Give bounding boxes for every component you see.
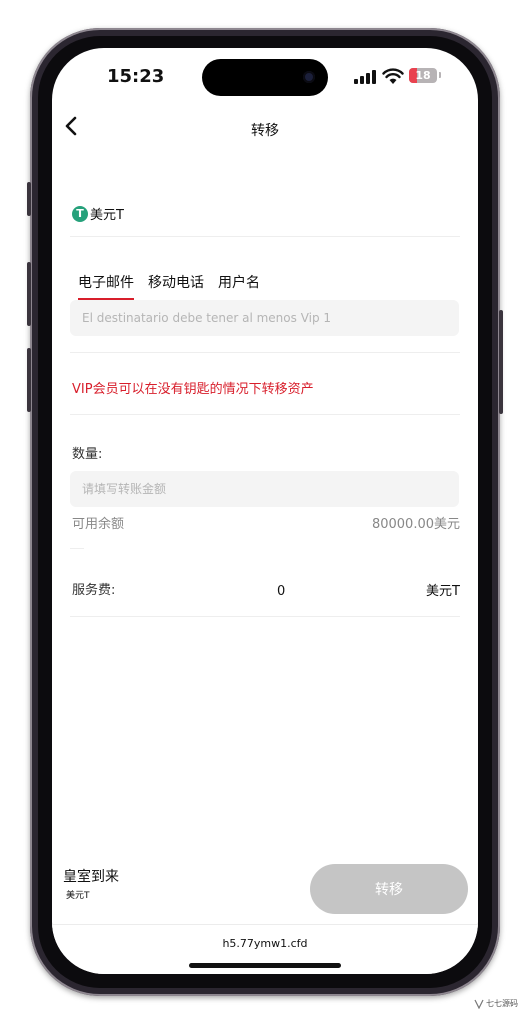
account-asset: 美元T: [66, 891, 90, 901]
fee-value: 0: [277, 584, 286, 599]
wifi-icon: [382, 68, 404, 84]
divider: [70, 414, 460, 415]
balance-value: 80000.00美元: [371, 517, 460, 532]
tether-icon: T: [72, 205, 88, 222]
power-button: [499, 310, 503, 414]
volume-up-button: [27, 262, 31, 326]
watermark-logo-icon: [474, 999, 484, 1009]
vip-note: VIP会员可以在没有钥匙的情况下转移资产: [72, 382, 314, 397]
asset-name: 美元T: [90, 208, 124, 223]
tab-email[interactable]: 电子邮件: [78, 272, 134, 300]
amount-input[interactable]: [70, 471, 459, 507]
recipient-input[interactable]: [70, 300, 459, 336]
url-text: h5.77ymw1.cfd: [222, 937, 308, 950]
battery-tip: [439, 72, 441, 78]
divider: [70, 548, 84, 549]
fee-label: 服务费:: [72, 583, 116, 598]
status-time: 15:23: [107, 66, 165, 87]
watermark-text: 七七源码: [486, 999, 518, 1008]
fee-unit: 美元T: [426, 584, 460, 599]
amount-label: 数量:: [72, 447, 103, 462]
dynamic-island: [202, 59, 328, 96]
divider: [70, 236, 460, 237]
app-screen: 15:23 18 转移 T 美元T 电子邮件 移动电话 用户名 VIP会员可以在…: [52, 48, 478, 974]
action-button: [27, 182, 31, 216]
page-title: 转移: [251, 123, 279, 139]
volume-down-button: [27, 348, 31, 412]
balance-label: 可用余额: [72, 517, 125, 532]
battery-percent: 18: [415, 69, 431, 82]
tab-username[interactable]: 用户名: [218, 272, 260, 300]
transfer-button[interactable]: 转移: [310, 864, 468, 914]
battery-icon: 18: [409, 68, 437, 83]
divider: [70, 616, 460, 617]
tab-mobile-phone[interactable]: 移动电话: [148, 272, 204, 300]
camera-icon: [303, 71, 315, 83]
divider: [70, 352, 460, 353]
home-indicator[interactable]: [189, 963, 341, 968]
recipient-type-tabs: 电子邮件 移动电话 用户名: [78, 272, 274, 300]
asset-selector[interactable]: T 美元T: [72, 204, 124, 223]
signal-icon: [354, 70, 378, 84]
watermark: 七七源码: [474, 998, 518, 1009]
account-name: 皇室到来: [63, 869, 119, 885]
